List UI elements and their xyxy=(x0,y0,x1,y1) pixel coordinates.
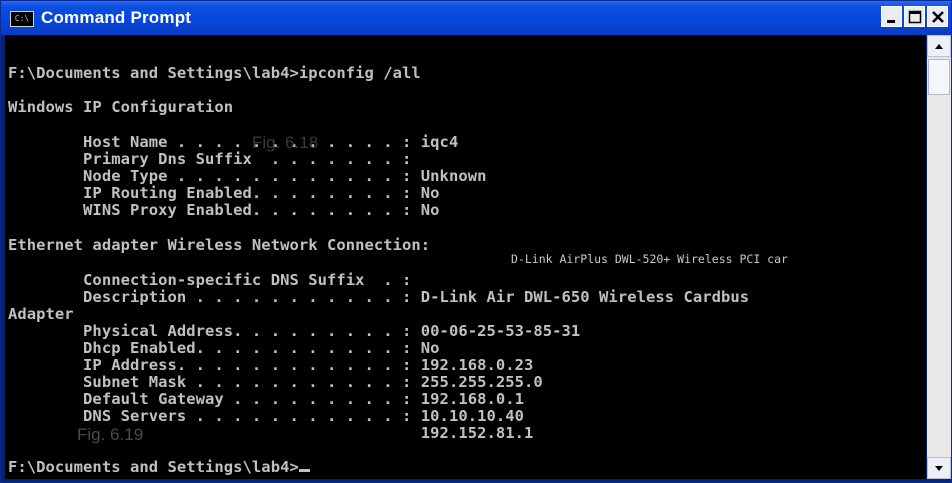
console-line-physical-address: Physical Address. . . . . . . . . : 00-0… xyxy=(8,322,581,340)
minimize-icon xyxy=(887,20,895,23)
maximize-button[interactable] xyxy=(904,6,925,27)
maximize-icon xyxy=(908,10,922,24)
close-button[interactable] xyxy=(927,6,948,27)
minimize-button[interactable] xyxy=(881,6,902,27)
console-line-wins-proxy: WINS Proxy Enabled. . . . . . . . : No xyxy=(8,201,440,219)
console-line-ip-routing: IP Routing Enabled. . . . . . . . : No xyxy=(8,184,440,202)
console-line-prompt: F:\Documents and Settings\lab4>ipconfig … xyxy=(8,64,421,82)
scroll-up-button[interactable] xyxy=(927,35,951,57)
scroll-up-arrow-icon xyxy=(935,44,943,49)
prompt-text: F:\Documents and Settings\lab4> xyxy=(8,458,299,476)
console-line-description-wrap: Adapter xyxy=(8,305,74,323)
console-line-adapter-heading: Ethernet adapter Wireless Network Connec… xyxy=(8,236,431,254)
command-prompt-window: C:\ Command Prompt F:\Documents and Sett… xyxy=(0,0,952,483)
console-output[interactable]: F:\Documents and Settings\lab4>ipconfig … xyxy=(5,35,926,479)
console-line-heading: Windows IP Configuration xyxy=(8,98,234,116)
cmd-window-icon[interactable]: C:\ xyxy=(10,11,34,27)
console-line-dns-suffix: Primary Dns Suffix . . . . . . . : xyxy=(8,150,412,168)
console-line-current-prompt: F:\Documents and Settings\lab4> xyxy=(8,459,310,476)
console-line-dhcp: Dhcp Enabled. . . . . . . . . . . : No xyxy=(8,339,440,357)
scroll-down-button[interactable] xyxy=(927,457,951,479)
window-title: Command Prompt xyxy=(41,8,192,27)
console-line-dns-servers: DNS Servers . . . . . . . . . . . : 10.1… xyxy=(8,407,524,425)
close-icon xyxy=(932,11,944,23)
scroll-thumb[interactable] xyxy=(928,59,950,95)
console-line-ip-address: IP Address. . . . . . . . . . . . : 192.… xyxy=(8,356,534,374)
console-line-subnet-mask: Subnet Mask . . . . . . . . . . . : 255.… xyxy=(8,373,543,391)
figure-label: Fig. 6.19 xyxy=(77,425,144,444)
text-cursor xyxy=(298,469,310,472)
scroll-down-arrow-icon xyxy=(935,466,943,471)
console-line-host-name: Host Name . . . . . . . . . . . . : iqc4 xyxy=(8,133,459,151)
title-bar[interactable]: C:\ Command Prompt xyxy=(1,1,951,35)
device-tooltip: D-Link AirPlus DWL-520+ Wireless PCI car xyxy=(509,244,862,274)
console-line-node-type: Node Type . . . . . . . . . . . . : Unkn… xyxy=(8,167,487,185)
console-line-connection-suffix: Connection-specific DNS Suffix . : xyxy=(8,271,412,289)
console-line-description: Description . . . . . . . . . . . : D-Li… xyxy=(8,288,750,306)
vertical-scrollbar[interactable] xyxy=(927,35,951,479)
console-line-gateway: Default Gateway . . . . . . . . . : 192.… xyxy=(8,390,524,408)
figure-label-faint: Fig. 6.18 xyxy=(252,133,319,152)
